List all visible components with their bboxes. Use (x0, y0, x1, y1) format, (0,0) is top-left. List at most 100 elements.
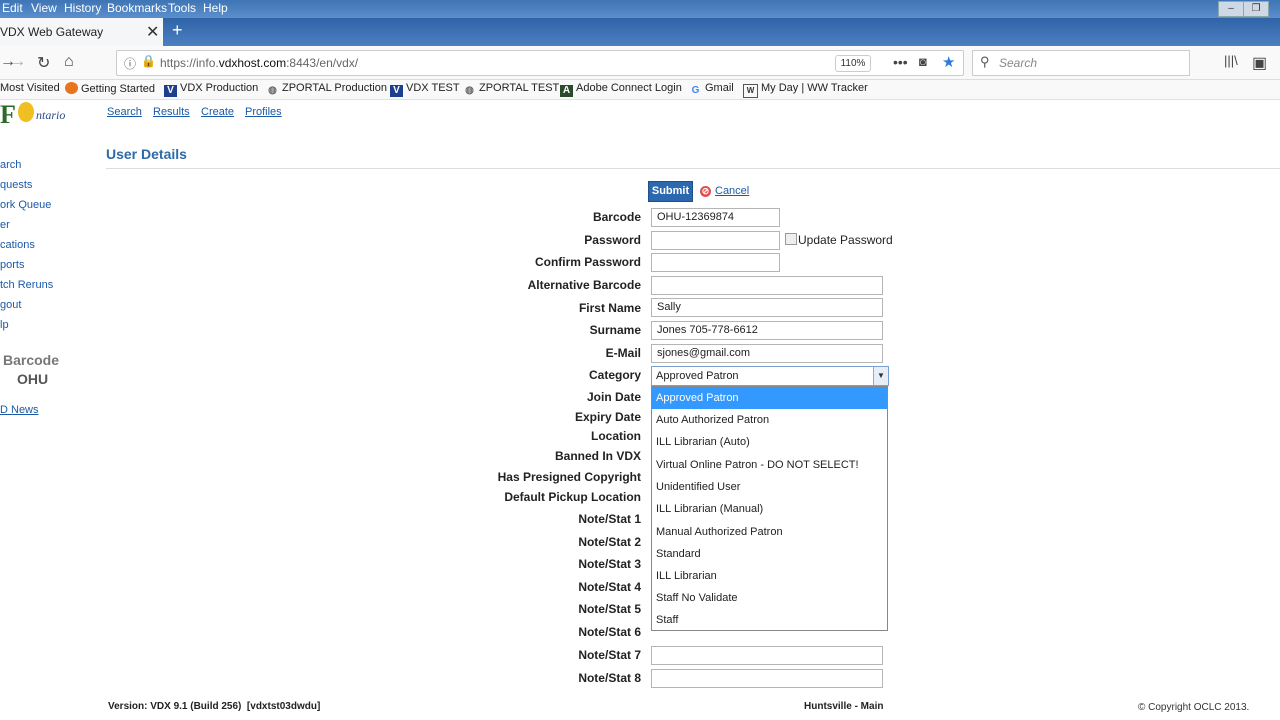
alt-barcode-field[interactable] (651, 276, 883, 295)
bookmark-vdx-test[interactable]: V VDX TEST (390, 82, 460, 97)
menu-help[interactable]: Help (203, 1, 228, 15)
category-option[interactable]: Standard (652, 543, 887, 565)
note7-field[interactable] (651, 646, 883, 665)
bookmark-adobe-connect[interactable]: A Adobe Connect Login (560, 82, 682, 97)
email-field[interactable]: sjones@gmail.com (651, 344, 883, 363)
news-link[interactable]: D News (0, 404, 39, 416)
home-icon[interactable]: ⌂ (64, 53, 74, 71)
footer-location: Huntsville - Main (804, 701, 884, 712)
cancel-icon[interactable]: ⊘ (700, 186, 711, 197)
category-dropdown-list: Approved Patron Auto Authorized Patron I… (651, 386, 888, 631)
bookmark-zportal-test[interactable]: ◍ ZPORTAL TEST (463, 82, 559, 97)
logo-text: ntario (36, 108, 66, 122)
sidebar-item-help[interactable]: lp (0, 319, 9, 331)
submit-button[interactable]: Submit (648, 181, 693, 202)
nav-search-link[interactable]: Search (107, 106, 142, 118)
menu-history[interactable]: History (64, 1, 101, 15)
note4-label: Note/Stat 4 (578, 580, 641, 594)
info-icon[interactable]: ⓘ (124, 55, 136, 72)
sidebar-item-search[interactable]: arch (0, 159, 21, 171)
category-select[interactable]: Approved Patron ▼ (651, 366, 889, 386)
note6-label: Note/Stat 6 (578, 625, 641, 639)
zoom-level[interactable]: 110% (835, 55, 871, 72)
barcode-field[interactable]: OHU-12369874 (651, 208, 780, 227)
restore-icon[interactable]: ❐ (1243, 1, 1269, 17)
globe-icon: ◍ (268, 85, 277, 96)
url-bar[interactable]: ⓘ 🔒 https://info.vdxhost.com:8443/en/vdx… (116, 50, 964, 76)
update-password-checkbox[interactable] (785, 233, 797, 245)
password-field[interactable] (651, 231, 780, 250)
confirm-password-field[interactable] (651, 253, 780, 272)
search-box[interactable]: ⚲ Search (972, 50, 1190, 76)
bookmark-getting-started[interactable]: Getting Started (65, 82, 155, 95)
expiry-date-label: Expiry Date (574, 410, 641, 424)
sidebar-item-batch-reruns[interactable]: tch Reruns (0, 279, 53, 291)
menu-bar: Edit View History Bookmarks Tools Help –… (0, 0, 1280, 18)
category-option[interactable]: Approved Patron (652, 387, 887, 409)
firefox-icon (65, 82, 78, 94)
category-selected-value: Approved Patron (656, 370, 739, 382)
bookmark-most-visited[interactable]: Most Visited (0, 82, 60, 94)
logo-sun (18, 102, 34, 122)
url-text: https://info.vdxhost.com:8443/en/vdx/ (160, 56, 359, 70)
category-option[interactable]: ILL Librarian (Manual) (652, 498, 887, 520)
nav-create-link[interactable]: Create (201, 106, 234, 118)
first-name-label: First Name (578, 301, 641, 315)
note8-label: Note/Stat 8 (578, 671, 641, 685)
confirm-password-label: Confirm Password (534, 255, 641, 269)
menu-tools[interactable]: Tools (168, 1, 196, 15)
library-icon[interactable]: |||\ (1224, 53, 1238, 68)
sidebar-barcode-value: OHU (17, 371, 49, 387)
category-option[interactable]: Staff No Validate (652, 587, 887, 609)
first-name-field[interactable]: Sally (651, 298, 883, 317)
note8-field[interactable] (651, 669, 883, 688)
nav-results-link[interactable]: Results (153, 106, 190, 118)
tab-vdx-web-gateway[interactable]: VDX Web Gateway ✕ (0, 18, 163, 46)
lock-icon: 🔒 (141, 54, 156, 68)
menu-bookmarks[interactable]: Bookmarks (107, 1, 167, 15)
category-option[interactable]: Virtual Online Patron - DO NOT SELECT! (652, 454, 887, 476)
bookmark-ww-tracker[interactable]: W My Day | WW Tracker (743, 82, 868, 98)
sidebar-item-requests[interactable]: quests (0, 179, 32, 191)
bookmark-gmail[interactable]: G Gmail (689, 82, 734, 97)
chevron-down-icon[interactable]: ▼ (873, 367, 888, 385)
footer-version: Version: VDX 9.1 (Build 256) [vdxtst03dw… (108, 701, 321, 712)
new-tab-icon[interactable]: + (172, 20, 183, 41)
sidebar-toggle-icon[interactable]: ▣ (1252, 53, 1267, 73)
category-option[interactable]: ILL Librarian (Auto) (652, 431, 887, 453)
category-option[interactable]: Auto Authorized Patron (652, 409, 887, 431)
category-option[interactable]: Staff (652, 609, 887, 631)
bookmark-vdx-production[interactable]: V VDX Production (164, 82, 258, 97)
globe-icon: ◍ (465, 85, 474, 96)
sidebar-item-work-queue[interactable]: ork Queue (0, 199, 51, 211)
category-option[interactable]: Manual Authorized Patron (652, 521, 887, 543)
password-label: Password (584, 233, 641, 247)
sidebar-item-user[interactable]: er (0, 219, 10, 231)
reload-icon[interactable]: ↻ (37, 53, 50, 73)
minimize-icon[interactable]: – (1218, 1, 1244, 17)
note2-label: Note/Stat 2 (578, 535, 641, 549)
surname-field[interactable]: Jones 705-778-6612 (651, 321, 883, 340)
logo-letters: F (0, 100, 16, 129)
note5-label: Note/Stat 5 (578, 602, 641, 616)
menu-edit[interactable]: Edit (2, 1, 23, 15)
pocket-icon[interactable]: ◙ (919, 54, 927, 69)
category-option[interactable]: Unidentified User (652, 476, 887, 498)
page-actions-icon[interactable]: ••• (893, 54, 908, 70)
nav-profiles-link[interactable]: Profiles (245, 106, 282, 118)
ww-icon: W (743, 84, 758, 98)
close-tab-icon[interactable]: ✕ (146, 22, 159, 42)
sidebar-item-locations[interactable]: cations (0, 239, 35, 251)
copyright-label: Has Presigned Copyright (497, 470, 641, 484)
banned-label: Banned In VDX (554, 449, 641, 463)
surname-label: Surname (589, 323, 641, 337)
cancel-link[interactable]: Cancel (715, 185, 749, 197)
sidebar-item-logout[interactable]: gout (0, 299, 21, 311)
sidebar-item-reports[interactable]: ports (0, 259, 24, 271)
category-option[interactable]: ILL Librarian (652, 565, 887, 587)
bookmark-star-icon[interactable]: ★ (942, 53, 955, 71)
menu-view[interactable]: View (31, 1, 57, 15)
bookmark-zportal-production[interactable]: ◍ ZPORTAL Production (266, 82, 387, 97)
forward-icon[interactable]: → (10, 53, 26, 71)
location-label: Location (591, 429, 641, 443)
